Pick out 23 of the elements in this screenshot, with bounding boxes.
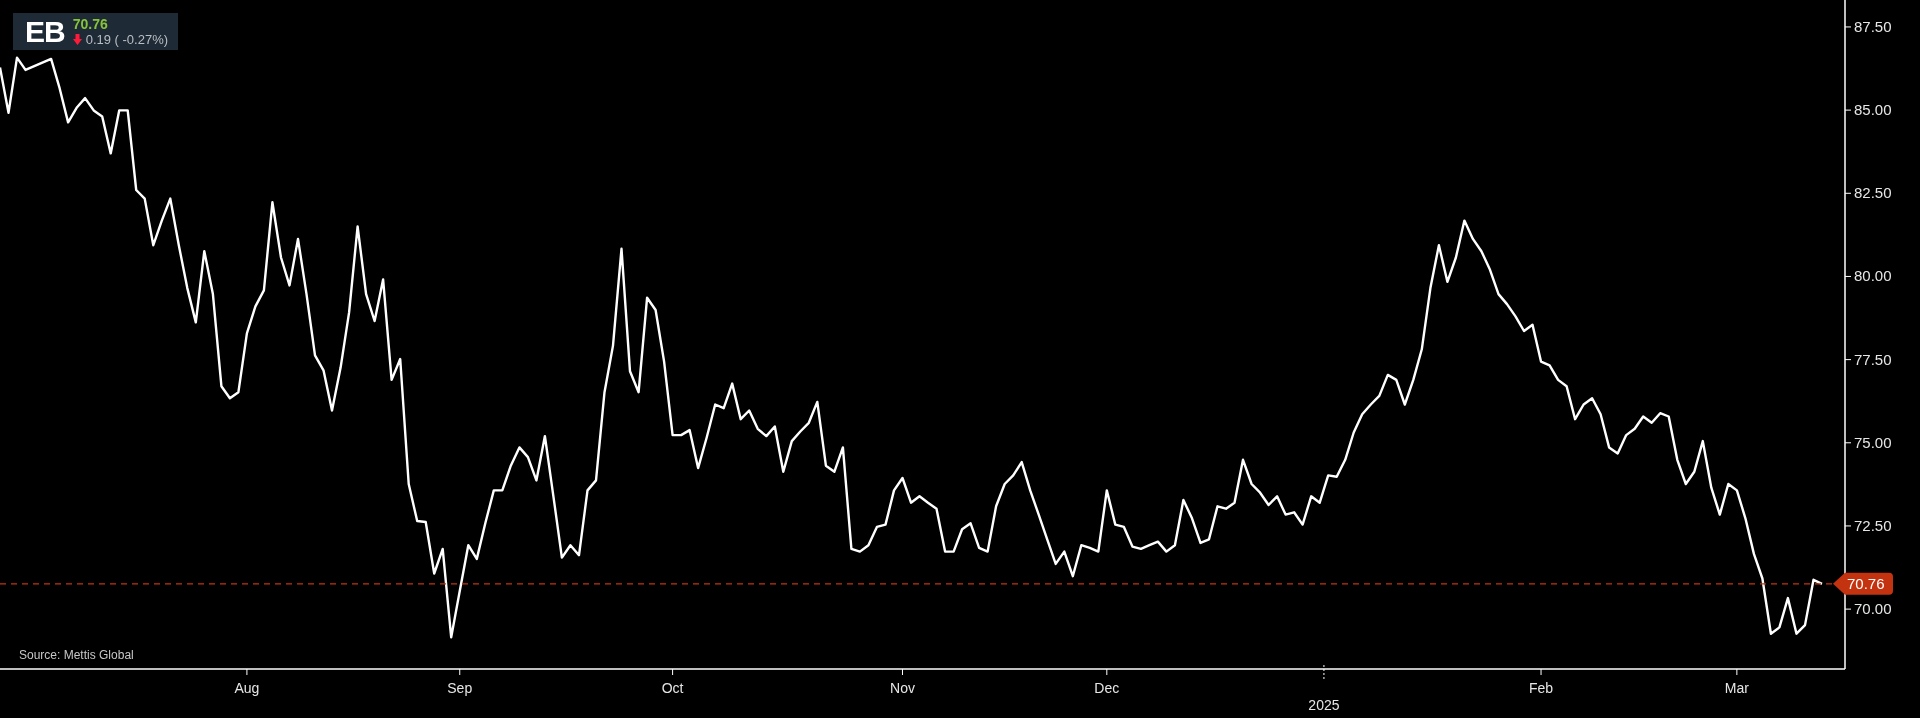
- y-tick-label: 75.00: [1854, 433, 1892, 451]
- price-change: 0.19 ( -0.27%): [85, 31, 169, 47]
- x-tick-label: Dec: [1094, 680, 1120, 696]
- price-tag: 70.76: [1833, 572, 1893, 595]
- down-arrow-icon: [72, 33, 82, 45]
- ref-line-label: 70.76: [1847, 575, 1885, 593]
- x-tick-label: Feb: [1528, 680, 1554, 696]
- x-tick-label: Nov: [890, 680, 915, 696]
- y-tick-label: 80.00: [1854, 267, 1892, 285]
- x-tick-label: Mar: [1724, 680, 1749, 696]
- source-note: Source: Mettis Global: [19, 648, 134, 662]
- y-tick-label: 82.50: [1854, 184, 1892, 202]
- x-tick-label: Sep: [447, 680, 473, 696]
- ticker-symbol: EB: [25, 14, 65, 49]
- y-tick-label: 77.50: [1854, 350, 1892, 368]
- y-tick-label: 72.50: [1854, 516, 1892, 534]
- y-tick-label: 87.50: [1854, 17, 1892, 35]
- last-price: 70.76: [72, 16, 109, 32]
- x-tick-label: Oct: [661, 680, 684, 696]
- y-tick-label: 85.00: [1854, 101, 1892, 119]
- y-tick-label: 70.00: [1854, 600, 1892, 618]
- x-tick-label: Aug: [234, 680, 260, 696]
- year-label: 2025: [1308, 697, 1340, 713]
